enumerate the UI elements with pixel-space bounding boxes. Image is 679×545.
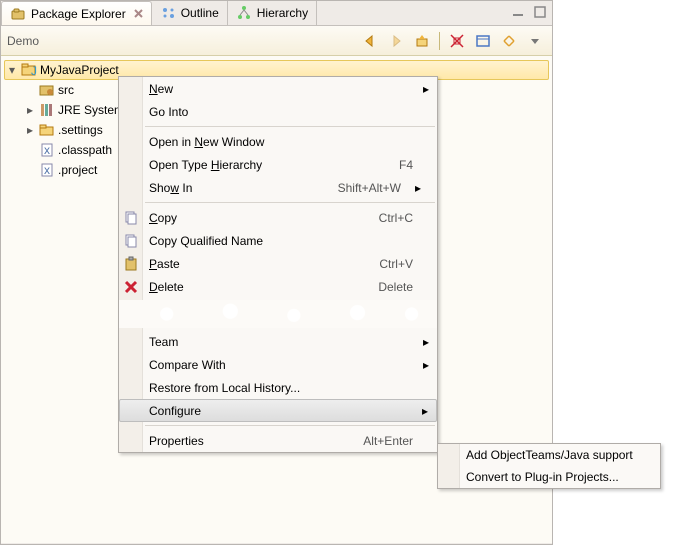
collapse-arrow-icon[interactable]: ▾: [6, 63, 18, 77]
menu-separator: [145, 425, 435, 426]
package-icon: [10, 6, 26, 22]
tree-label: .settings: [58, 123, 103, 137]
menu-delete[interactable]: DeleteDelete: [119, 275, 437, 298]
menu-new[interactable]: New▸: [119, 77, 437, 100]
minimize-icon[interactable]: [510, 4, 526, 20]
up-icon[interactable]: [411, 30, 433, 52]
link-editor-icon[interactable]: [472, 30, 494, 52]
submenu-convert-plugin[interactable]: Convert to Plug-in Projects...: [438, 466, 660, 488]
tab-package-explorer[interactable]: Package Explorer: [1, 1, 152, 25]
accelerator: Delete: [378, 280, 413, 294]
menu-separator: [145, 202, 435, 203]
expand-arrow-icon[interactable]: ▸: [24, 103, 36, 117]
tree-label: MyJavaProject: [40, 63, 119, 77]
collapse-all-icon[interactable]: [446, 30, 468, 52]
tree-label: .classpath: [58, 143, 112, 157]
menu-restore-local-history[interactable]: Restore from Local History...: [119, 376, 437, 399]
menu-separator: [145, 126, 435, 127]
view-menu-icon[interactable]: [524, 30, 546, 52]
menu-properties[interactable]: PropertiesAlt+Enter: [119, 429, 437, 452]
tab-label: Outline: [181, 6, 219, 20]
svg-text:x: x: [44, 163, 50, 177]
folder-icon: [39, 122, 55, 138]
menu-go-into[interactable]: Go Into: [119, 100, 437, 123]
submenu-arrow-icon: ▸: [423, 358, 429, 372]
menu-configure[interactable]: Configure▸: [119, 399, 437, 422]
accelerator: Alt+Enter: [363, 434, 413, 448]
tab-outline[interactable]: Outline: [152, 1, 228, 25]
tree-label: JRE System: [58, 103, 124, 117]
accelerator: Ctrl+C: [379, 211, 413, 225]
copy-icon: [123, 233, 139, 249]
accelerator: Ctrl+V: [379, 257, 413, 271]
filter-icon[interactable]: [498, 30, 520, 52]
forward-icon[interactable]: [385, 30, 407, 52]
sub-toolbar: Demo: [1, 26, 552, 56]
configure-submenu: Add ObjectTeams/Java support Convert to …: [437, 443, 661, 489]
file-icon: x: [39, 162, 55, 178]
tree-label: src: [58, 83, 74, 97]
accelerator: Shift+Alt+W: [338, 181, 401, 195]
svg-text:J: J: [31, 64, 37, 78]
menu-paste[interactable]: PasteCtrl+V: [119, 252, 437, 275]
context-menu: New▸ Go Into Open in New Window Open Typ…: [118, 76, 438, 453]
submenu-add-objectteams[interactable]: Add ObjectTeams/Java support: [438, 444, 660, 466]
paste-icon: [123, 256, 139, 272]
submenu-arrow-icon: ▸: [415, 181, 421, 195]
accelerator: F4: [399, 158, 413, 172]
hierarchy-icon: [236, 5, 252, 21]
menu-open-type-hierarchy[interactable]: Open Type HierarchyF4: [119, 153, 437, 176]
separator: [439, 32, 440, 50]
working-set-label: Demo: [7, 34, 39, 48]
svg-text:x: x: [44, 143, 50, 157]
tab-hierarchy[interactable]: Hierarchy: [228, 1, 317, 25]
library-icon: [39, 102, 55, 118]
menu-truncated-indicator: [119, 300, 437, 328]
menu-open-new-window[interactable]: Open in New Window: [119, 130, 437, 153]
expand-arrow-icon[interactable]: ▸: [24, 123, 36, 137]
source-folder-icon: [39, 82, 55, 98]
view-tab-bar: Package Explorer Outline Hierarchy: [1, 1, 552, 26]
tree-label: .project: [58, 163, 97, 177]
menu-team[interactable]: Team▸: [119, 330, 437, 353]
menu-show-in[interactable]: Show InShift+Alt+W▸: [119, 176, 437, 199]
close-icon[interactable]: [134, 7, 143, 21]
java-project-icon: J: [21, 62, 37, 78]
delete-icon: [123, 279, 139, 295]
submenu-arrow-icon: ▸: [422, 404, 428, 418]
submenu-arrow-icon: ▸: [423, 335, 429, 349]
submenu-arrow-icon: ▸: [423, 82, 429, 96]
menu-copy[interactable]: CopyCtrl+C: [119, 206, 437, 229]
tab-label: Hierarchy: [257, 6, 308, 20]
maximize-icon[interactable]: [532, 4, 548, 20]
menu-compare-with[interactable]: Compare With▸: [119, 353, 437, 376]
outline-icon: [160, 5, 176, 21]
menu-copy-qualified-name[interactable]: Copy Qualified Name: [119, 229, 437, 252]
copy-icon: [123, 210, 139, 226]
back-icon[interactable]: [359, 30, 381, 52]
file-icon: x: [39, 142, 55, 158]
tab-label: Package Explorer: [31, 7, 126, 21]
